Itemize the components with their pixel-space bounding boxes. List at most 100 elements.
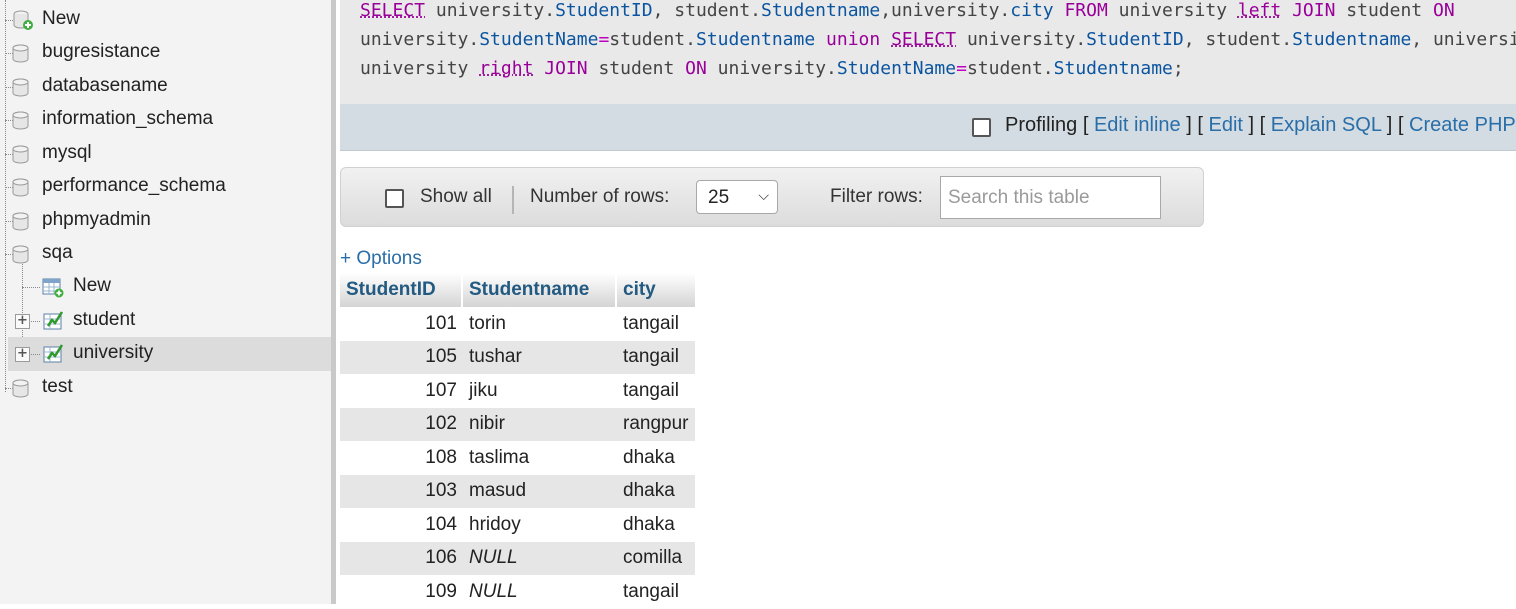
cell-studentid[interactable]: 107 (340, 374, 463, 408)
expand-icon[interactable]: + (15, 347, 30, 362)
cell-city[interactable]: tangail (617, 307, 695, 341)
nav-item-mysql[interactable]: mysql (0, 137, 331, 171)
cell-studentid[interactable]: 108 (340, 441, 463, 475)
sql-keyword: right (479, 58, 534, 79)
nav-item-label: information_schema (42, 108, 214, 129)
rows-label: Number of rows: (530, 186, 670, 207)
cell-studentname[interactable]: nibir (463, 407, 617, 441)
nav-item-university[interactable]: + university (8, 337, 331, 371)
cell-city[interactable]: tangail (617, 374, 695, 408)
nav-item-label: student (73, 309, 136, 330)
navigation-tree: New bugresistance databasename information_… (0, 0, 331, 604)
table-row[interactable]: 101 torin tangail (340, 307, 695, 341)
sql-text: student (1335, 0, 1433, 21)
nav-item-label: test (42, 376, 73, 397)
rows-per-page-select[interactable]: 25 ⌵ (696, 180, 778, 214)
table-row[interactable]: 106 NULL comilla (340, 541, 695, 575)
sql-text: , universi (1411, 29, 1516, 50)
column-header-studentname[interactable]: Studentname (463, 273, 617, 307)
nav-resize-handle[interactable] (331, 0, 336, 604)
nav-item-label: university (73, 342, 154, 363)
table-row[interactable]: 107 jiku tangail (340, 374, 695, 408)
cell-studentid[interactable]: 102 (340, 407, 463, 441)
cell-studentid[interactable]: 104 (340, 508, 463, 542)
table-row[interactable]: 104 hridoy dhaka (340, 508, 695, 542)
cell-studentname[interactable]: jiku (463, 374, 617, 408)
cell-studentid[interactable]: 103 (340, 474, 463, 508)
expand-icon[interactable]: + (15, 314, 30, 329)
bracket: ] (1386, 114, 1393, 136)
sql-keyword: ON (685, 58, 707, 79)
show-all-checkbox[interactable] (385, 189, 404, 208)
column-header-studentid[interactable]: StudentID (340, 273, 463, 307)
nav-item-student[interactable]: + student (0, 304, 331, 338)
cell-studentname[interactable]: masud (463, 474, 617, 508)
sql-text: university. (425, 0, 556, 21)
table-row[interactable]: 102 nibir rangpur (340, 407, 695, 441)
cell-studentname[interactable]: NULL (463, 541, 617, 575)
edit-link[interactable]: Edit (1208, 114, 1242, 136)
bracket: [ (1082, 114, 1089, 136)
sql-keyword: JOIN (544, 58, 588, 79)
profiling-checkbox[interactable] (972, 118, 991, 137)
edit-inline-link[interactable]: Edit inline (1094, 114, 1181, 136)
cell-city[interactable]: dhaka (617, 441, 695, 475)
cell-studentid[interactable]: 106 (340, 541, 463, 575)
nav-item-new[interactable]: New (0, 3, 331, 37)
cell-studentname[interactable]: NULL (463, 575, 617, 609)
nav-item-bugresistance[interactable]: bugresistance (0, 36, 331, 70)
results-navigation-bar: Show all Number of rows: 25 ⌵ Filter row… (340, 167, 1204, 227)
filter-rows-input[interactable] (940, 176, 1161, 219)
nav-item-new-table[interactable]: New (0, 270, 331, 304)
cell-studentname[interactable]: hridoy (463, 508, 617, 542)
cell-studentname[interactable]: taslima (463, 441, 617, 475)
cell-city[interactable]: tangail (617, 340, 695, 374)
table-row[interactable]: 109 NULL tangail (340, 575, 695, 609)
sql-operator: = (956, 58, 967, 79)
results-table: StudentID Studentname city 101 torin tanga… (340, 273, 695, 609)
database-icon (12, 111, 29, 130)
nav-item-phpmyadmin[interactable]: phpmyadmin (0, 204, 331, 238)
sql-keyword: SELECT (360, 0, 426, 21)
cell-studentid[interactable]: 105 (340, 340, 463, 374)
cell-studentid[interactable]: 109 (340, 575, 463, 609)
sql-keyword: SELECT (891, 29, 957, 50)
sql-text: ; (1172, 58, 1184, 79)
cell-city[interactable]: tangail (617, 575, 695, 609)
table-row[interactable]: 103 masud dhaka (340, 474, 695, 508)
cell-studentname[interactable]: tushar (463, 340, 617, 374)
cell-city[interactable]: rangpur (617, 407, 695, 441)
sql-field: StudentID (1086, 29, 1184, 50)
explain-sql-link[interactable]: Explain SQL (1271, 114, 1381, 136)
nav-item-performance-schema[interactable]: performance_schema (0, 170, 331, 204)
filter-label: Filter rows: (830, 186, 923, 207)
table-row[interactable]: 108 taslima dhaka (340, 441, 695, 475)
column-header-city[interactable]: city (617, 273, 695, 307)
cell-city[interactable]: dhaka (617, 474, 695, 508)
sql-text: university. (956, 29, 1087, 50)
cell-city[interactable]: dhaka (617, 508, 695, 542)
bracket: [ (1259, 114, 1266, 136)
cell-studentid[interactable]: 101 (340, 307, 463, 341)
sql-keyword: JOIN (1292, 0, 1336, 21)
create-php-link[interactable]: Create PHP c (1409, 114, 1516, 136)
nav-item-sqa[interactable]: sqa (0, 237, 331, 271)
new-database-icon (12, 9, 34, 31)
table-header-row: StudentID Studentname city (340, 273, 695, 307)
database-icon (12, 379, 29, 398)
sql-text: university (1107, 0, 1238, 21)
sql-field: StudentID (555, 0, 653, 21)
nav-item-information-schema[interactable]: information_schema (0, 103, 331, 137)
cell-studentname[interactable]: torin (463, 307, 617, 341)
options-link[interactable]: + Options (340, 248, 422, 270)
sql-line-3: university right JOIN student ON univers… (360, 58, 1184, 79)
nav-item-test[interactable]: test (0, 371, 331, 405)
nav-item-label: New (73, 275, 112, 296)
nav-item-databasename[interactable]: databasename (0, 70, 331, 104)
sql-text: student. (609, 29, 696, 50)
cell-city[interactable]: comilla (617, 541, 695, 575)
table-row[interactable]: 105 tushar tangail (340, 340, 695, 374)
